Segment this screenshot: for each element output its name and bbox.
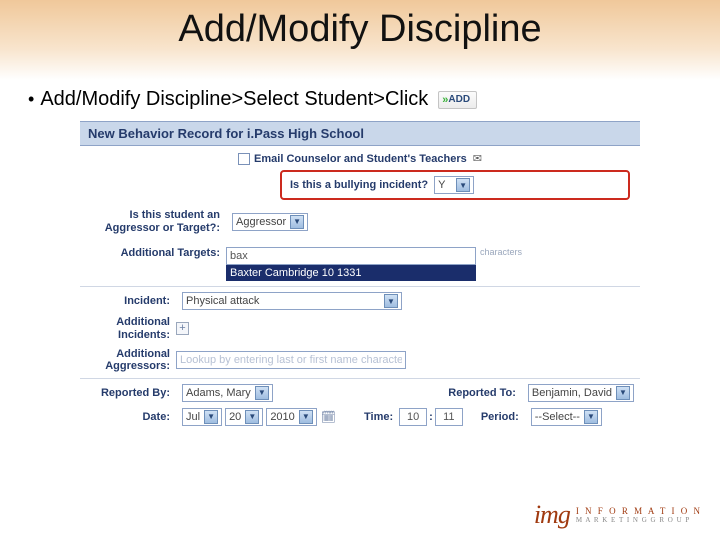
date-label: Date: xyxy=(86,411,176,424)
reported-to-select[interactable]: Benjamin, David ▼ xyxy=(528,384,634,402)
additional-aggressors-label: Additional Aggressors: xyxy=(86,348,176,373)
bullying-label: Is this a bullying incident? xyxy=(290,179,428,191)
time-mm-input[interactable] xyxy=(435,408,463,426)
targets-suggestion[interactable]: Baxter Cambridge 10 1331 xyxy=(226,265,476,281)
targets-row: Additional Targets: Baxter Cambridge 10 … xyxy=(80,237,640,284)
calendar-icon[interactable]: 🗓 xyxy=(321,410,336,424)
behavior-form: New Behavior Record for i.Pass High Scho… xyxy=(80,121,640,429)
targets-input[interactable] xyxy=(226,247,476,265)
add-button-label: ADD xyxy=(448,94,470,105)
reported-by-label: Reported By: xyxy=(86,387,176,400)
additional-aggressors-row: Additional Aggressors: xyxy=(80,345,640,376)
period-select[interactable]: --Select-- ▼ xyxy=(531,408,602,426)
breadcrumb-text: Add/Modify Discipline>Select Student>Cli… xyxy=(40,88,428,111)
chevron-down-icon: ▼ xyxy=(290,215,304,229)
chevron-down-icon: ▼ xyxy=(299,410,313,424)
chevron-down-icon: ▼ xyxy=(255,386,269,400)
plus-icon[interactable]: + xyxy=(176,322,189,335)
chevron-down-icon: ▼ xyxy=(456,178,470,192)
chevron-down-icon: ▼ xyxy=(245,410,259,424)
year-value: 2010 xyxy=(270,411,294,423)
form-header: New Behavior Record for i.Pass High Scho… xyxy=(80,121,640,146)
divider xyxy=(80,286,640,287)
chevron-down-icon: ▼ xyxy=(584,410,598,424)
add-button[interactable]: » ADD xyxy=(438,91,477,109)
chevron-down-icon: ▼ xyxy=(384,294,398,308)
targets-label: Additional Targets: xyxy=(86,247,226,260)
email-checkbox[interactable] xyxy=(238,153,250,165)
breadcrumb: • Add/Modify Discipline>Select Student>C… xyxy=(0,80,720,121)
logo-line1: I N F O R M A T I O N xyxy=(576,506,702,516)
targets-hint: characters xyxy=(480,247,522,257)
incident-select[interactable]: Physical attack ▼ xyxy=(182,292,402,310)
period-label: Period: xyxy=(481,411,525,424)
email-label: Email Counselor and Student's Teachers xyxy=(254,153,467,165)
reported-to-value: Benjamin, David xyxy=(532,387,612,399)
month-value: Jul xyxy=(186,411,200,423)
additional-incidents-row: Additional Incidents: + xyxy=(80,313,640,344)
envelope-icon[interactable]: ✉ xyxy=(473,152,482,165)
bullet-dot: • xyxy=(28,89,34,110)
page-title: Add/Modify Discipline xyxy=(0,8,720,51)
bullying-highlight: Is this a bullying incident? Y ▼ xyxy=(280,170,630,200)
period-value: --Select-- xyxy=(535,411,580,423)
logo-line2: M A R K E T I N G G R O U P xyxy=(576,516,702,524)
additional-aggressors-input[interactable] xyxy=(176,351,406,369)
time-label: Time: xyxy=(364,411,399,424)
targets-autocomplete: Baxter Cambridge 10 1331 xyxy=(226,247,476,281)
additional-incidents-label: Additional Incidents: xyxy=(86,316,176,341)
divider xyxy=(80,378,640,379)
month-select[interactable]: Jul ▼ xyxy=(182,408,222,426)
reported-row: Reported By: Adams, Mary ▼ Reported To: … xyxy=(80,381,640,405)
chevron-down-icon: ▼ xyxy=(616,386,630,400)
chevron-down-icon: ▼ xyxy=(204,410,218,424)
reported-by-value: Adams, Mary xyxy=(186,387,251,399)
date-row: Date: Jul ▼ 20 ▼ 2010 ▼ 🗓 Time: : Period… xyxy=(80,405,640,429)
role-value: Aggressor xyxy=(236,216,286,228)
reported-to-label: Reported To: xyxy=(448,387,522,400)
email-row: Email Counselor and Student's Teachers ✉ xyxy=(80,146,640,168)
day-select[interactable]: 20 ▼ xyxy=(225,408,263,426)
incident-row: Incident: Physical attack ▼ xyxy=(80,289,640,313)
year-select[interactable]: 2010 ▼ xyxy=(266,408,316,426)
reported-by-select[interactable]: Adams, Mary ▼ xyxy=(182,384,273,402)
bullying-select[interactable]: Y ▼ xyxy=(434,176,474,194)
role-label: Is this student an Aggressor or Target?: xyxy=(86,209,226,234)
time-colon: : xyxy=(427,411,435,423)
time-hh-input[interactable] xyxy=(399,408,427,426)
day-value: 20 xyxy=(229,411,241,423)
brand-logo: img I N F O R M A T I O N M A R K E T I … xyxy=(534,500,702,530)
chevrons-icon: » xyxy=(442,94,445,106)
bullying-value: Y xyxy=(438,179,452,191)
incident-value: Physical attack xyxy=(186,295,259,307)
slide-header: Add/Modify Discipline xyxy=(0,0,720,80)
role-select[interactable]: Aggressor ▼ xyxy=(232,213,308,231)
role-row: Is this student an Aggressor or Target?:… xyxy=(80,206,640,237)
incident-label: Incident: xyxy=(86,295,176,308)
logo-mark: img xyxy=(534,500,570,530)
